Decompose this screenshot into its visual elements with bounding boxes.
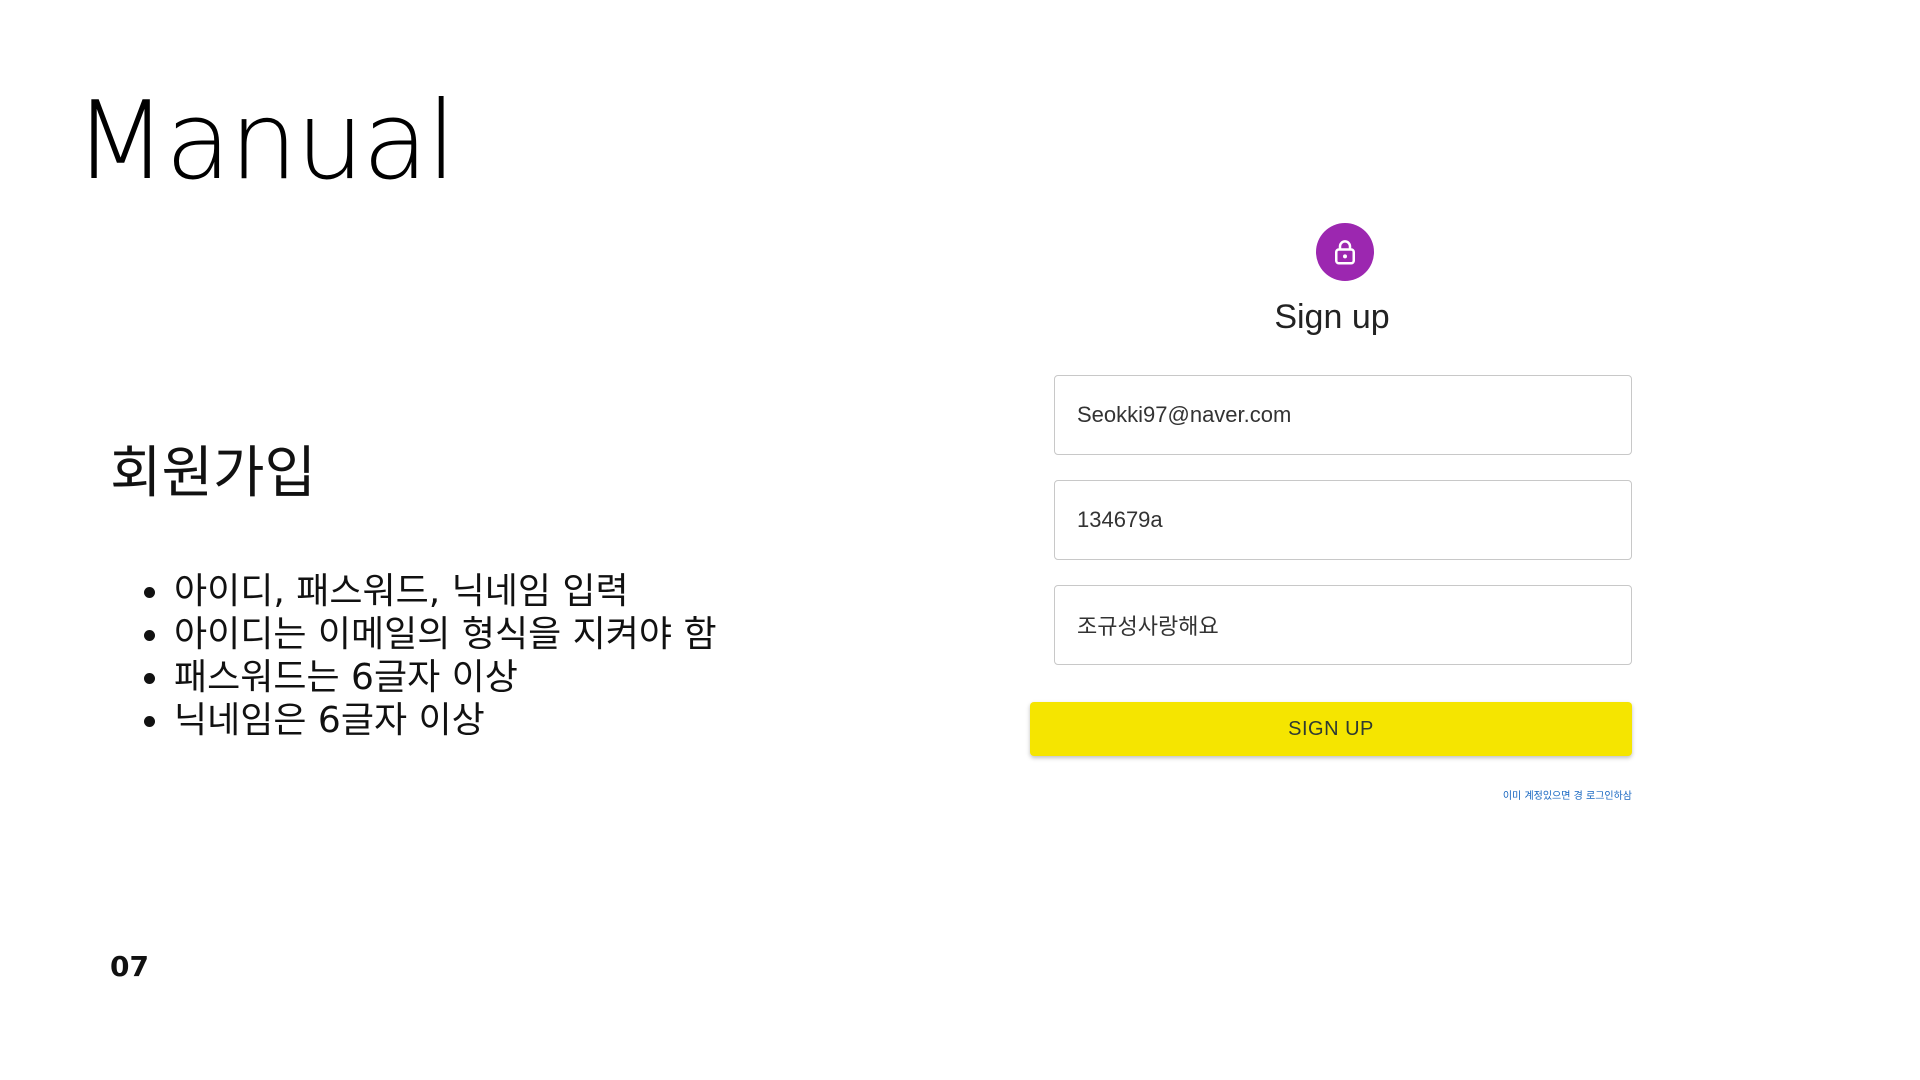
instruction-item: 패스워드는 6글자 이상: [172, 656, 717, 699]
password-field[interactable]: [1054, 480, 1632, 560]
login-link[interactable]: 이미 계정있으면 경 로그인하삼: [1503, 787, 1632, 802]
instruction-item: 아이디, 패스워드, 닉네임 입력: [172, 570, 717, 613]
signup-button[interactable]: SIGN UP: [1030, 702, 1632, 756]
nickname-field[interactable]: [1054, 585, 1632, 665]
email-input[interactable]: [1075, 401, 1611, 429]
lock-icon: [1335, 240, 1355, 265]
signup-form: Sign up SIGN UP 이미 계정있으면 경 로그인하삼: [1030, 220, 1634, 820]
instruction-list: 아이디, 패스워드, 닉네임 입력 아이디는 이메일의 형식을 지켜야 함 패스…: [140, 570, 717, 742]
lock-avatar: [1316, 223, 1374, 281]
form-title: Sign up: [1274, 298, 1390, 336]
nickname-input[interactable]: [1075, 611, 1611, 639]
instruction-item: 아이디는 이메일의 형식을 지켜야 함: [172, 613, 717, 656]
page-number: 07: [110, 950, 149, 983]
slide-title: Manual: [74, 79, 456, 204]
instruction-item: 닉네임은 6글자 이상: [172, 699, 717, 742]
section-heading: 회원가입: [110, 441, 317, 506]
email-field[interactable]: [1054, 375, 1632, 455]
password-input[interactable]: [1075, 506, 1611, 534]
